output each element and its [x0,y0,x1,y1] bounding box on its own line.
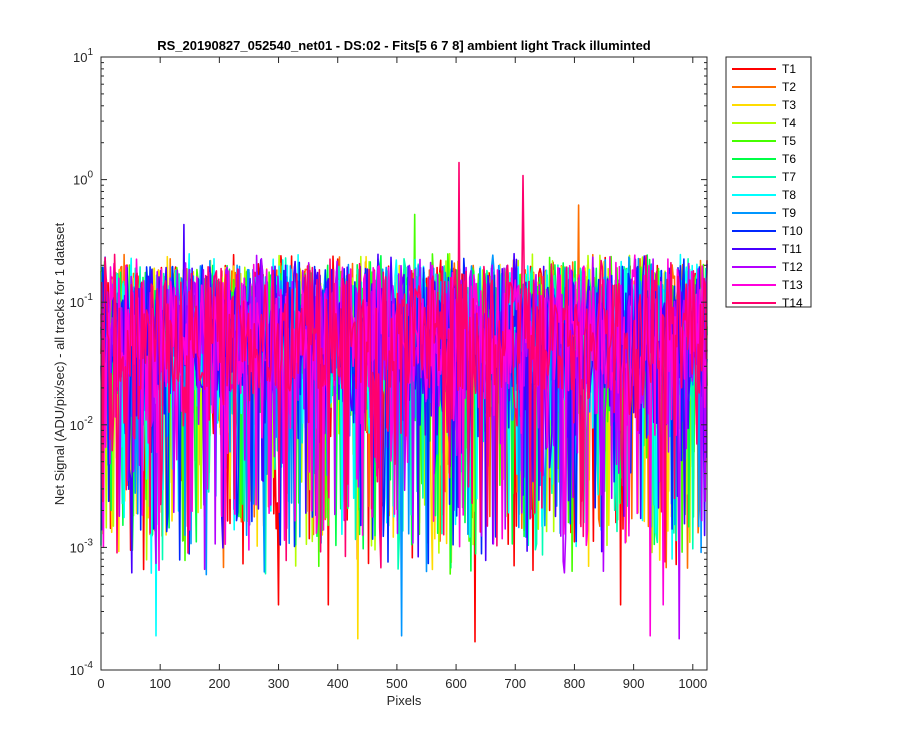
legend-label: T11 [782,242,802,256]
y-tick-exponent: -4 [84,660,93,671]
y-tick-base: 10 [73,173,87,188]
x-tick-label: 700 [504,676,526,691]
legend: T1 T2 T3 T4 T5 T6 T7 T8 T9 T10 T11 T12 T13 T14 [725,56,812,310]
y-tick-label: 10-3 [70,537,94,555]
y-tick-exponent: 1 [87,47,93,58]
chart-figure: 0 100 200 300 400 500 600 700 800 900 1000 10-4 10-… [0,0,900,750]
x-tick-label: 1000 [678,676,707,691]
legend-label: T10 [782,224,803,238]
legend-label: T14 [782,296,803,310]
legend-label: T4 [782,116,796,130]
x-tick-label: 400 [327,676,349,691]
chart-svg: 0 100 200 300 400 500 600 700 800 900 1000 10-410-… [52,38,812,708]
y-tick-label: 100 [73,170,93,188]
chart-title: RS_20190827_052540_net01 - DS:02 - Fits[… [157,38,651,53]
x-tick-label: 300 [268,676,290,691]
y-tick-base: 10 [70,540,84,555]
y-tick-label: 10-2 [70,415,94,433]
legend-label: T13 [782,278,803,292]
legend-label: T6 [782,152,796,166]
legend-label: T3 [782,98,796,112]
x-tick-label: 500 [386,676,408,691]
y-axis-label: Net Signal (ADU/pix/sec) - all tracks fo… [52,222,67,505]
x-tick-label: 900 [623,676,645,691]
y-tick-exponent: 0 [87,170,93,181]
legend-label: T5 [782,134,796,148]
y-tick-base: 10 [70,418,84,433]
legend-label: T7 [782,170,796,184]
legend-label: T1 [782,62,796,76]
x-tick-label: 800 [564,676,586,691]
legend-label: T9 [782,206,796,220]
legend-label: T8 [782,188,796,202]
x-tick-label: 200 [209,676,231,691]
y-tick-label: 101 [73,47,93,65]
y-tick-exponent: -1 [84,292,93,303]
x-tick-label: 600 [445,676,467,691]
y-tick-label: 10-4 [70,660,94,678]
y-tick-base: 10 [70,295,84,310]
legend-label: T2 [782,80,796,94]
x-tick-label: 100 [149,676,171,691]
y-tick-exponent: -3 [84,537,93,548]
y-tick-base: 10 [70,663,84,678]
x-tick-label: 0 [97,676,104,691]
x-axis-label: Pixels [387,693,422,708]
y-tick-label: 10-1 [70,292,94,310]
legend-label: T12 [782,260,803,274]
y-tick-exponent: -2 [84,415,93,426]
y-tick-base: 10 [73,50,87,65]
